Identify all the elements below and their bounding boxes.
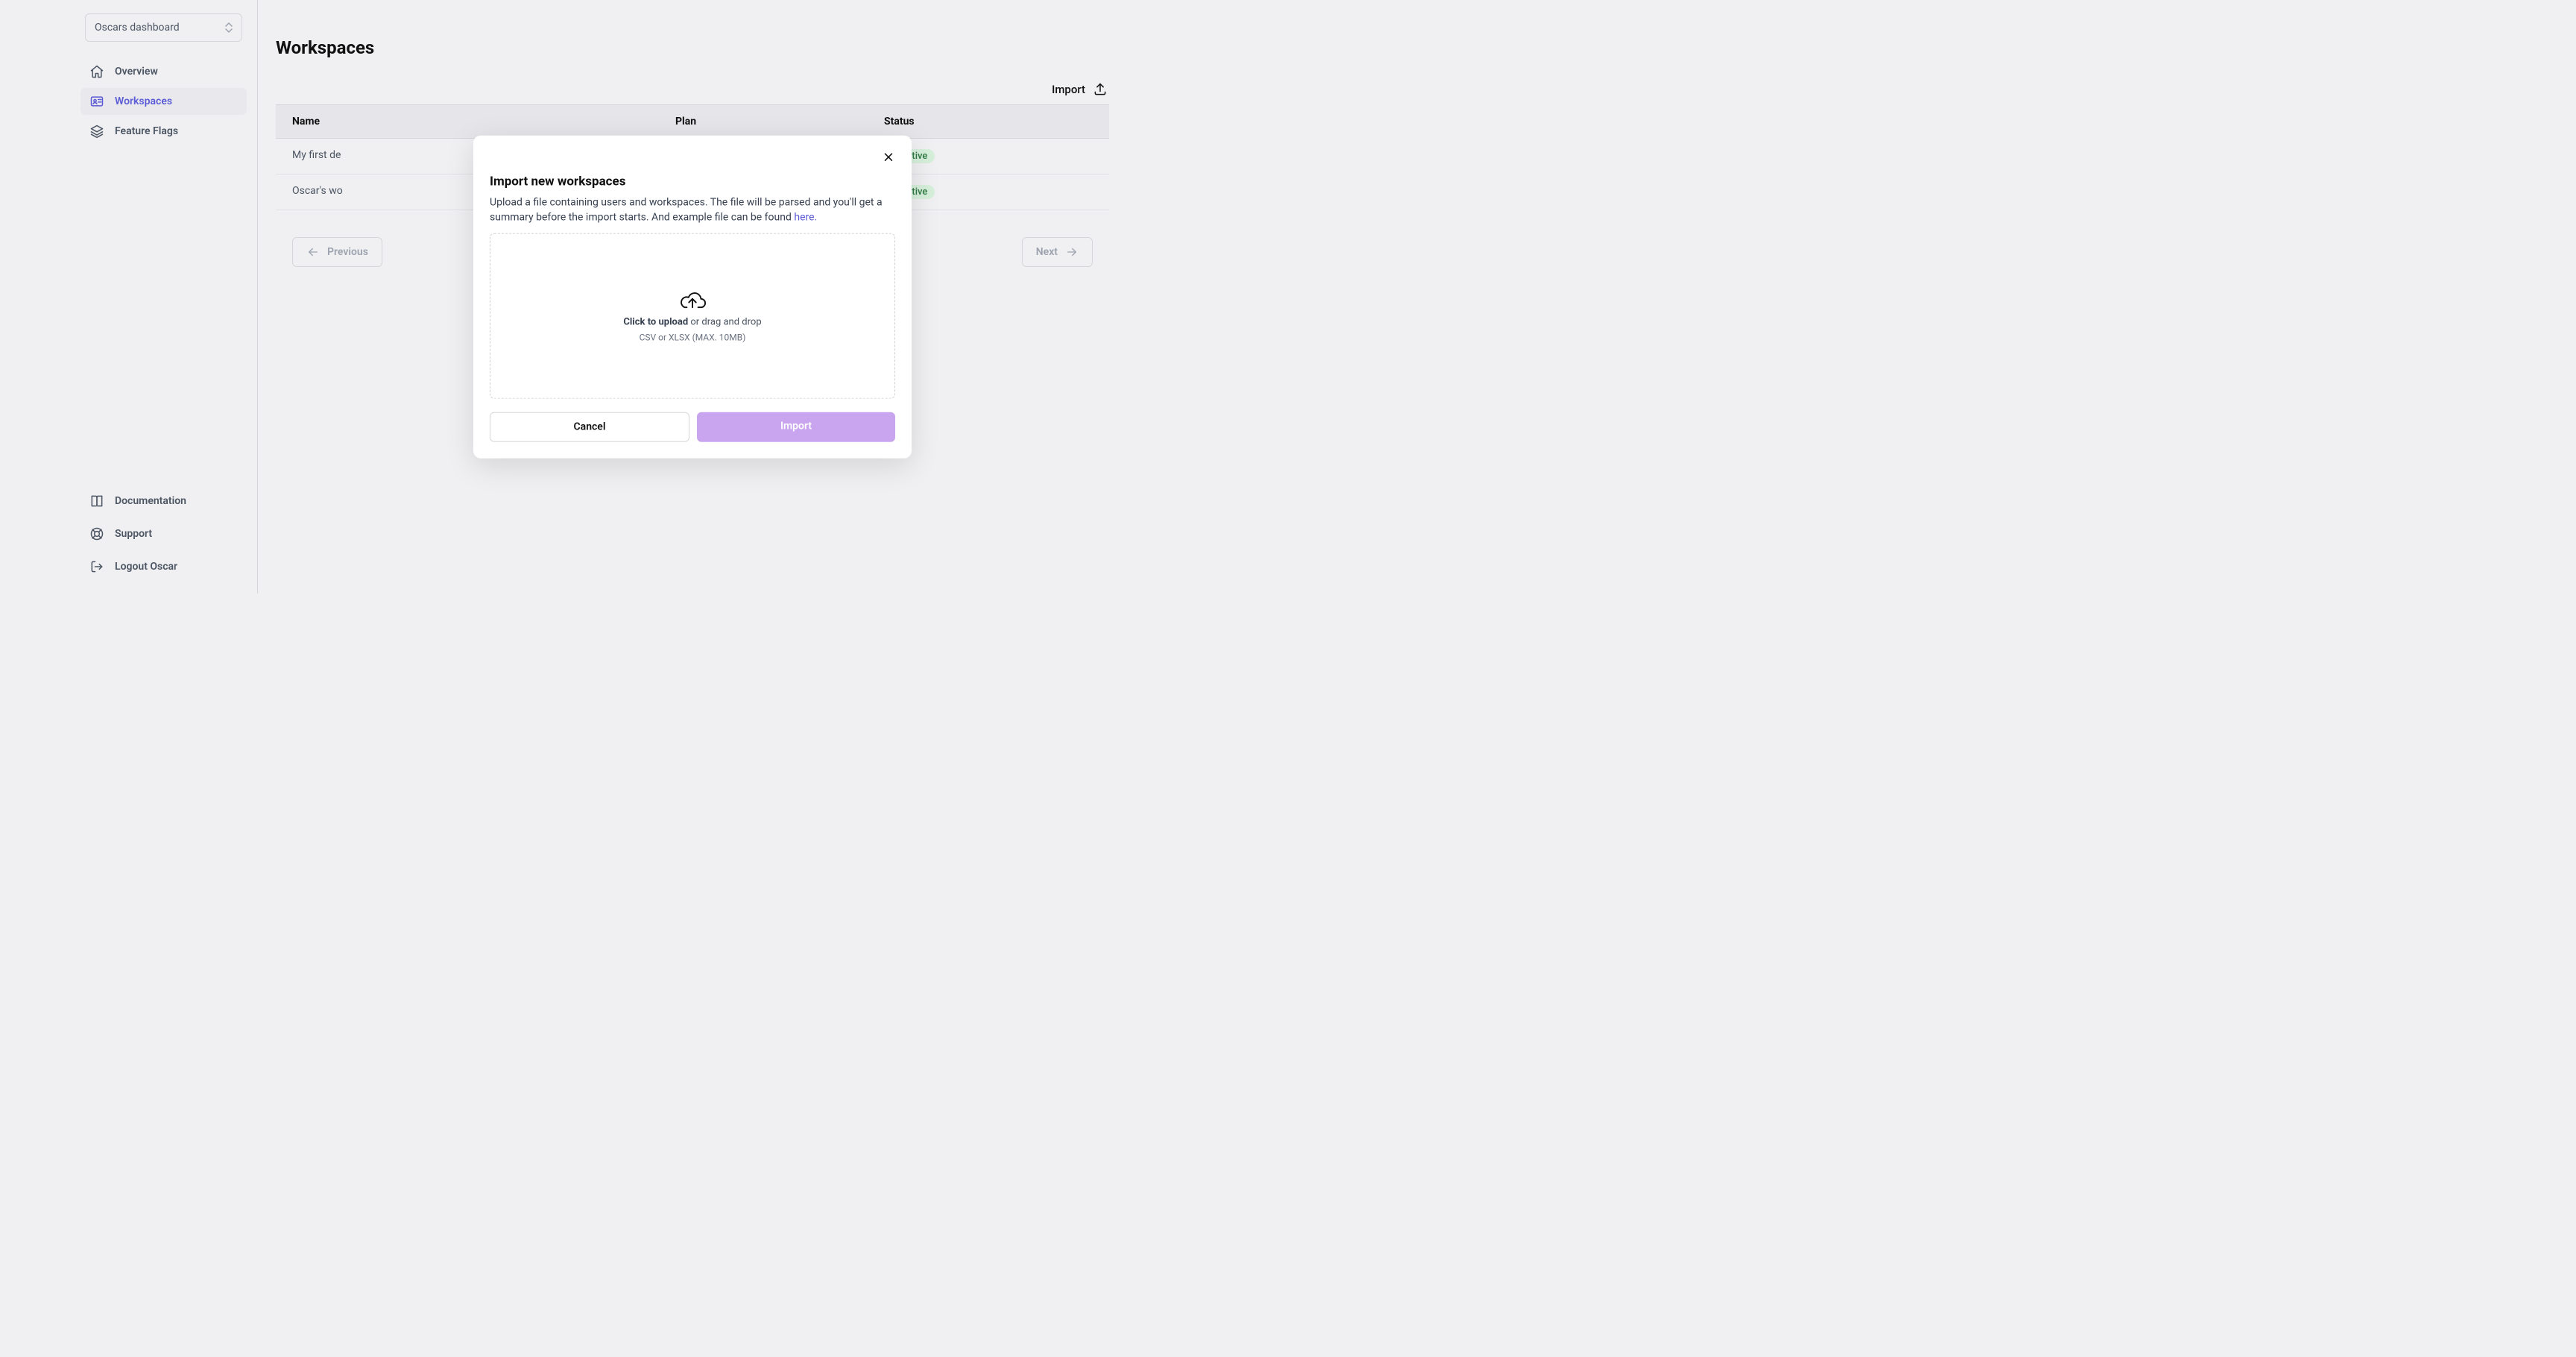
page-title: Workspaces bbox=[276, 37, 1109, 58]
id-card-icon bbox=[89, 94, 104, 109]
close-icon bbox=[882, 151, 895, 164]
previous-button[interactable]: Previous bbox=[292, 237, 382, 267]
modal-actions: Cancel Import bbox=[490, 412, 895, 441]
upload-dropzone[interactable]: Click to upload or drag and drop CSV or … bbox=[490, 233, 895, 398]
sidebar-item-overview[interactable]: Overview bbox=[80, 58, 247, 85]
previous-button-label: Previous bbox=[327, 246, 368, 258]
arrow-left-icon bbox=[306, 245, 320, 259]
example-file-link[interactable]: here. bbox=[794, 212, 817, 224]
sidebar-item-label: Overview bbox=[115, 66, 158, 78]
toolbar: Import bbox=[276, 79, 1109, 100]
sidebar-nav: Overview Workspaces Feature Flags bbox=[80, 58, 247, 145]
import-submit-button[interactable]: Import bbox=[697, 412, 895, 441]
upload-instruction: Click to upload or drag and drop bbox=[623, 317, 761, 328]
cancel-button[interactable]: Cancel bbox=[490, 412, 689, 441]
sidebar-item-feature-flags[interactable]: Feature Flags bbox=[80, 118, 247, 145]
next-button[interactable]: Next bbox=[1022, 237, 1093, 267]
sidebar-item-logout[interactable]: Logout Oscar bbox=[80, 553, 247, 580]
table-header-row: Name Plan Status bbox=[276, 104, 1109, 139]
import-button[interactable]: Import bbox=[1050, 79, 1109, 100]
layers-icon bbox=[89, 124, 104, 139]
logout-icon bbox=[89, 559, 104, 574]
sidebar: Oscars dashboard Overview Workspaces bbox=[0, 0, 258, 594]
sidebar-item-label: Logout Oscar bbox=[115, 561, 177, 573]
lifebuoy-icon bbox=[89, 526, 104, 541]
book-icon bbox=[89, 494, 104, 509]
cell-status: Active bbox=[884, 149, 1093, 163]
sidebar-item-label: Documentation bbox=[115, 495, 186, 507]
sidebar-item-label: Workspaces bbox=[115, 95, 172, 107]
arrow-right-icon bbox=[1065, 245, 1079, 259]
column-header-name: Name bbox=[292, 116, 675, 127]
upload-constraints: CSV or XLSX (MAX. 10MB) bbox=[640, 333, 746, 343]
sidebar-item-support[interactable]: Support bbox=[80, 520, 247, 547]
modal-description: Upload a file containing users and works… bbox=[490, 195, 895, 226]
import-modal: Import new workspaces Upload a file cont… bbox=[473, 136, 912, 459]
sidebar-item-label: Support bbox=[115, 528, 152, 540]
sidebar-item-label: Feature Flags bbox=[115, 125, 178, 137]
upload-icon bbox=[1093, 82, 1108, 97]
cell-status: Active bbox=[884, 185, 1093, 199]
next-button-label: Next bbox=[1036, 246, 1058, 258]
column-header-status: Status bbox=[884, 116, 1093, 127]
sidebar-item-workspaces[interactable]: Workspaces bbox=[80, 88, 247, 115]
sidebar-item-documentation[interactable]: Documentation bbox=[80, 488, 247, 514]
main-content: Workspaces Import Name Plan Status My fi… bbox=[258, 0, 1127, 594]
account-selector-label: Oscars dashboard bbox=[95, 22, 180, 34]
column-header-plan: Plan bbox=[675, 116, 884, 127]
account-selector[interactable]: Oscars dashboard bbox=[85, 13, 242, 42]
chevrons-updown-icon bbox=[225, 22, 233, 33]
modal-title: Import new workspaces bbox=[490, 174, 895, 189]
cloud-upload-icon bbox=[678, 289, 707, 312]
sidebar-bottom: Documentation Support Logout Oscar bbox=[80, 488, 247, 580]
close-button[interactable] bbox=[490, 151, 895, 164]
home-icon bbox=[89, 64, 104, 79]
import-button-label: Import bbox=[1052, 83, 1085, 96]
